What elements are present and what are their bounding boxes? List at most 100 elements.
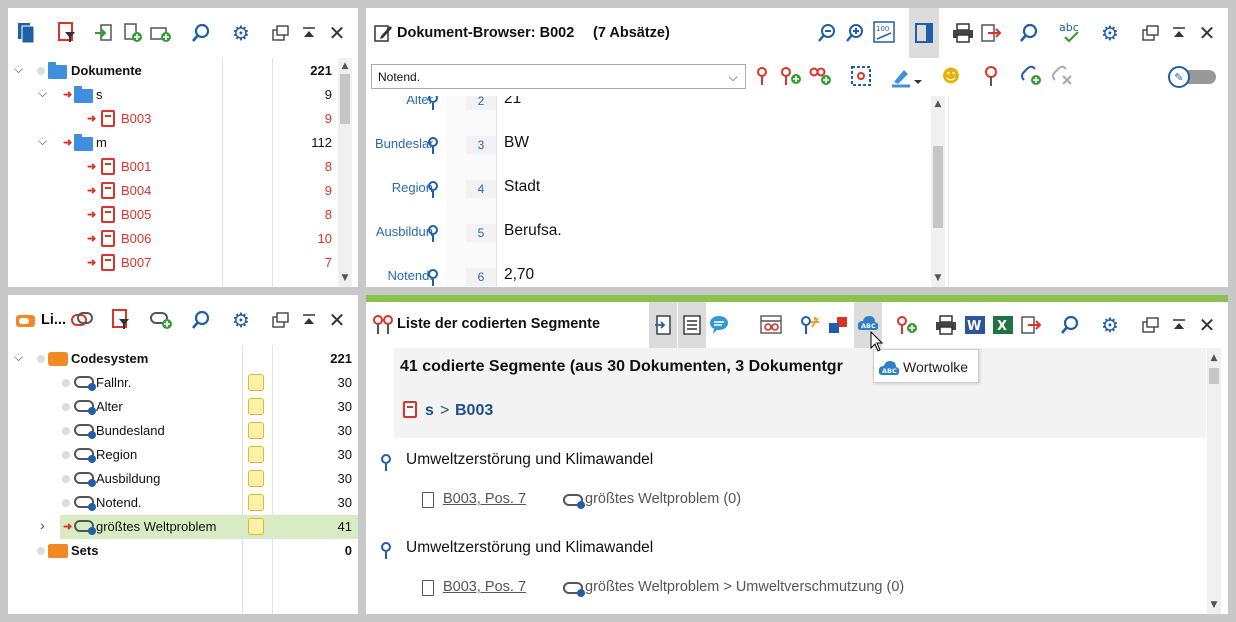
code-marker-icon[interactable] <box>428 269 438 286</box>
zoom-100-icon[interactable]: 100 <box>872 20 896 44</box>
code-links-icon[interactable] <box>70 309 94 331</box>
filter-code-icon[interactable] <box>110 309 132 331</box>
edit-mode-toggle[interactable]: ✎ <box>1168 66 1216 88</box>
tree-row[interactable]: ➜ B004 9 <box>8 179 338 203</box>
undock-icon[interactable] <box>1140 22 1162 44</box>
memo-icon[interactable] <box>248 398 264 415</box>
settings-icon[interactable]: ⚙ <box>1099 313 1121 337</box>
code-marker-icon[interactable] <box>428 225 438 242</box>
smart-coding-icon[interactable] <box>798 314 822 336</box>
add-codes-icon[interactable] <box>808 65 834 87</box>
memo-icon[interactable] <box>248 470 264 487</box>
export-icon[interactable] <box>980 22 1004 44</box>
segment-marker-icon[interactable] <box>381 454 391 471</box>
search-icon[interactable] <box>1018 22 1040 44</box>
minimize-icon[interactable] <box>1168 314 1190 336</box>
scroll-down-icon[interactable]: ▼ <box>1207 599 1221 611</box>
tree-row[interactable]: › ➜ größtes Weltproblem 41 <box>40 515 358 539</box>
search-icon[interactable] <box>190 22 212 44</box>
group-path-1[interactable]: s <box>425 402 434 420</box>
chevron-right-icon[interactable]: › <box>40 517 45 533</box>
chevron-down-icon[interactable]: ⌵ <box>14 62 23 77</box>
tree-row[interactable]: ⌵ ➜ s 9 <box>8 83 338 107</box>
print-icon[interactable] <box>934 314 958 336</box>
color-squares-icon[interactable] <box>826 314 850 336</box>
close-icon[interactable]: ✕ <box>326 21 348 45</box>
paragraph-code-label[interactable]: Ausbildun <box>376 224 433 239</box>
new-document-icon[interactable] <box>122 22 144 44</box>
tree-row[interactable]: Ausbildung 30 <box>8 467 358 491</box>
tree-row[interactable]: ➜ B001 8 <box>8 155 338 179</box>
memo-icon[interactable] <box>248 422 264 439</box>
zoom-in-icon[interactable] <box>844 22 866 44</box>
document-scrollbar[interactable]: ▲ ▼ <box>931 96 945 287</box>
tree-row[interactable]: ➜ B006 10 <box>8 227 338 251</box>
code-select[interactable]: Notend. ⌵ <box>371 64 746 89</box>
close-icon[interactable]: ✕ <box>326 308 348 332</box>
scroll-thumb[interactable] <box>933 146 943 228</box>
memo-icon[interactable] <box>248 494 264 511</box>
tree-row[interactable]: ⌵ Codesystem 221 <box>8 347 358 371</box>
segments-scrollbar[interactable]: ▲ ▼ <box>1207 348 1221 614</box>
code-link-icon[interactable] <box>980 64 1002 88</box>
scroll-up-icon[interactable]: ▲ <box>338 60 352 72</box>
new-folder-icon[interactable] <box>150 22 172 44</box>
scroll-up-icon[interactable]: ▲ <box>931 98 945 110</box>
search-icon[interactable] <box>1059 314 1081 336</box>
add-code-icon[interactable] <box>894 314 920 336</box>
select-region-icon[interactable] <box>849 65 873 87</box>
paragraph-code-label[interactable]: Notend. <box>387 268 433 283</box>
documents-scrollbar[interactable]: ▲ ▼ <box>338 58 352 287</box>
scroll-down-icon[interactable]: ▼ <box>338 272 352 284</box>
settings-icon[interactable]: ⚙ <box>230 21 252 45</box>
add-link-icon[interactable] <box>1018 64 1044 88</box>
memo-icon[interactable] <box>248 518 264 535</box>
export-icon[interactable] <box>1020 314 1044 336</box>
add-code-icon[interactable] <box>778 65 804 87</box>
spellcheck-icon[interactable]: abc <box>1058 20 1082 44</box>
edit-document-icon[interactable] <box>372 22 394 44</box>
sidebar-toggle-button[interactable] <box>909 8 939 58</box>
scroll-thumb[interactable] <box>1209 368 1219 384</box>
settings-icon[interactable]: ⚙ <box>1099 21 1121 45</box>
emoticon-icon[interactable]: ☻ <box>940 65 962 87</box>
tree-row[interactable]: ➜ B007 7 <box>8 251 338 275</box>
segment-marker-icon[interactable] <box>381 542 391 559</box>
settings-icon[interactable]: ⚙ <box>230 308 252 332</box>
overview-icon[interactable] <box>759 314 783 336</box>
code-icon[interactable] <box>751 65 773 87</box>
excel-export-icon[interactable]: X <box>991 314 1015 336</box>
undock-icon[interactable] <box>1140 314 1162 336</box>
comment-icon[interactable] <box>707 314 731 336</box>
remove-link-icon[interactable] <box>1049 64 1075 88</box>
chevron-down-icon[interactable]: ⌵ <box>38 86 47 101</box>
filter-document-icon[interactable] <box>56 22 78 44</box>
undock-icon[interactable] <box>270 309 292 331</box>
group-path-2[interactable]: B003 <box>455 402 493 420</box>
tree-row[interactable]: ⌵ Dokumente 221 <box>8 59 338 83</box>
minimize-icon[interactable] <box>1168 22 1190 44</box>
word-export-icon[interactable]: W <box>963 314 987 336</box>
tree-row[interactable]: Alter 30 <box>8 395 358 419</box>
chevron-down-icon[interactable]: ⌵ <box>14 350 23 365</box>
documents-icon[interactable] <box>15 22 37 44</box>
tree-row[interactable]: Notend. 30 <box>8 491 358 515</box>
scroll-up-icon[interactable]: ▲ <box>1207 352 1221 364</box>
print-icon[interactable] <box>951 22 975 44</box>
code-marker-icon[interactable] <box>428 137 438 154</box>
tree-row[interactable]: ➜ B005 8 <box>8 203 338 227</box>
search-icon[interactable] <box>190 309 212 331</box>
undock-icon[interactable] <box>270 22 292 44</box>
paragraph-code-label[interactable]: Bundeslan <box>375 136 433 151</box>
paragraph-code-label[interactable]: Region <box>392 180 433 195</box>
memo-icon[interactable] <box>248 374 264 391</box>
tree-row[interactable]: Fallnr. 30 <box>8 371 358 395</box>
tree-row[interactable]: ⌵ ➜ m 112 <box>8 131 338 155</box>
segment-document-link[interactable]: B003, Pos. 7 <box>443 579 526 595</box>
export-segments-button[interactable] <box>649 302 677 348</box>
memo-icon[interactable] <box>248 446 264 463</box>
minimize-icon[interactable] <box>298 309 320 331</box>
chevron-down-icon[interactable]: ⌵ <box>725 68 741 86</box>
segment-document-link[interactable]: B003, Pos. 7 <box>443 491 526 507</box>
zoom-out-icon[interactable] <box>816 22 838 44</box>
